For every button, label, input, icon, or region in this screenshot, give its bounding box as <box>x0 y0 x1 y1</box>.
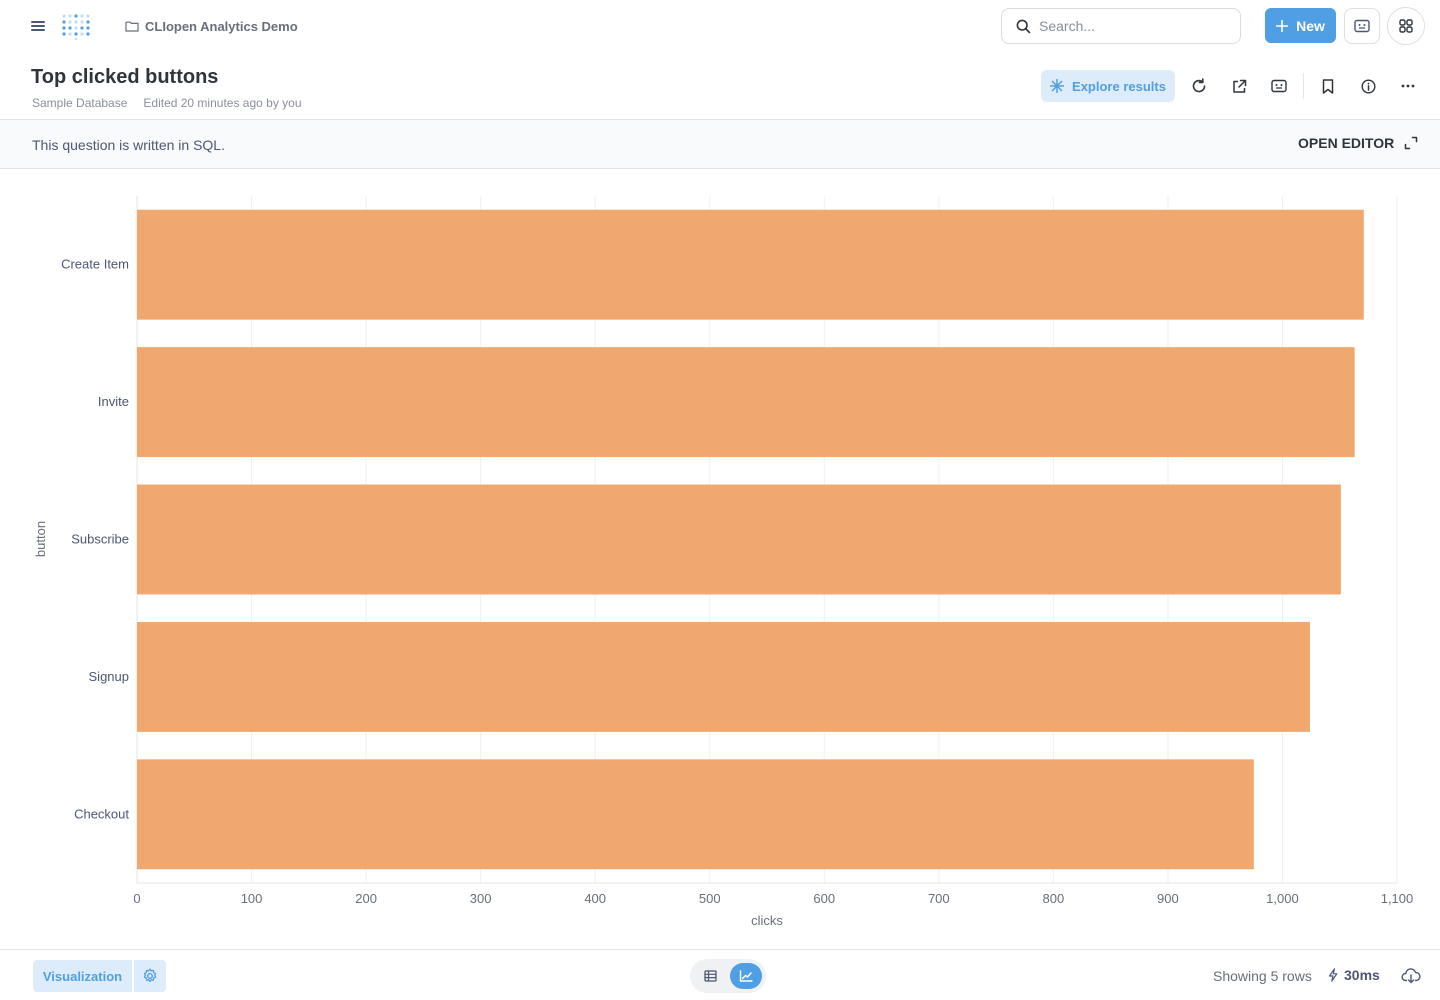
metabase-logo[interactable] <box>60 12 90 40</box>
header-divider <box>1303 73 1304 99</box>
y-tick-label: Create Item <box>61 257 129 272</box>
query-timing: 30ms <box>1328 967 1380 983</box>
new-button-label: New <box>1296 17 1325 34</box>
chart-view-toggle[interactable] <box>730 963 762 989</box>
refresh-button[interactable] <box>1188 75 1210 97</box>
bar-chart: 0 100 200 300 400 500 600 700 800 900 1,000 1,100 Cr… <box>33 196 1414 928</box>
explore-results-button[interactable]: Explore results <box>1041 70 1175 102</box>
search-box[interactable] <box>1001 8 1241 44</box>
info-icon <box>1360 78 1376 94</box>
y-tick-label: Signup <box>89 669 129 684</box>
bookmark-icon <box>1322 78 1334 94</box>
refresh-icon <box>1192 78 1206 93</box>
y-tick-label: Checkout <box>74 806 129 821</box>
table-view-toggle[interactable] <box>694 963 726 989</box>
y-tick-label: Invite <box>98 394 129 409</box>
sql-note: This question is written in SQL. <box>32 137 225 153</box>
collection-name: CLIopen Analytics Demo <box>145 18 298 34</box>
expand-icon <box>1404 136 1418 150</box>
table-icon <box>703 970 717 982</box>
search-input[interactable] <box>1039 18 1219 34</box>
last-edited[interactable]: Edited 20 minutes ago by you <box>143 96 301 110</box>
folder-icon <box>125 21 139 32</box>
share-button[interactable] <box>1228 75 1250 97</box>
more-options-button[interactable] <box>1397 75 1419 97</box>
x-tick-label: 300 <box>470 891 492 906</box>
metabot-button[interactable] <box>1344 8 1380 44</box>
x-tick-label: 700 <box>928 891 950 906</box>
x-tick-label: 1,000 <box>1266 891 1299 906</box>
bar[interactable] <box>137 484 1341 595</box>
y-tick-label: Subscribe <box>71 532 129 547</box>
bar[interactable] <box>137 621 1310 732</box>
info-button[interactable] <box>1357 75 1379 97</box>
sidebar-toggle-icon[interactable] <box>31 19 45 33</box>
top-nav: CLIopen Analytics Demo New <box>0 0 1440 52</box>
bookmark-button[interactable] <box>1317 75 1339 97</box>
visualization-label: Visualization <box>42 968 123 984</box>
view-toggle <box>690 959 766 993</box>
gear-icon <box>143 968 157 983</box>
explore-results-label: Explore results <box>1072 78 1166 94</box>
timing-value: 30ms <box>1344 967 1380 983</box>
question-title[interactable]: Top clicked buttons <box>31 66 218 89</box>
download-icon[interactable] <box>1401 966 1421 986</box>
metabot-question-button[interactable] <box>1268 75 1290 97</box>
new-button[interactable]: New <box>1265 8 1336 43</box>
share-icon <box>1232 79 1246 93</box>
sparkle-icon <box>1050 79 1065 93</box>
x-tick-label: 900 <box>1157 891 1179 906</box>
bar[interactable] <box>137 347 1355 458</box>
x-axis-title: clicks <box>751 913 783 928</box>
metabot-icon <box>1271 79 1287 93</box>
ellipsis-icon <box>1401 84 1415 88</box>
x-tick-label: 600 <box>813 891 835 906</box>
x-tick-label: 500 <box>699 891 721 906</box>
question-meta: Sample Database Edited 20 minutes ago by… <box>32 96 302 110</box>
x-tick-label: 1,100 <box>1381 891 1414 906</box>
metabot-icon <box>1354 19 1370 33</box>
native-query-bar: This question is written in SQL. OPEN ED… <box>0 119 1440 169</box>
bar[interactable] <box>137 759 1254 870</box>
x-tick-label: 800 <box>1043 891 1065 906</box>
visualization-settings-button[interactable] <box>134 960 166 992</box>
x-tick-label: 400 <box>584 891 606 906</box>
open-editor-label: OPEN EDITOR <box>1298 135 1395 151</box>
y-axis-title: button <box>33 521 48 557</box>
plus-icon <box>1276 19 1289 32</box>
search-icon <box>1016 19 1031 33</box>
grid-icon <box>1399 19 1413 33</box>
x-tick-label: 100 <box>241 891 263 906</box>
x-tick-label: 0 <box>133 891 140 906</box>
bar[interactable] <box>137 209 1364 320</box>
apps-button[interactable] <box>1387 7 1425 45</box>
database-name[interactable]: Sample Database <box>32 96 127 110</box>
visualization-button[interactable]: Visualization <box>33 960 132 992</box>
footer-bar: Visualization Showing 5 rows 30ms <box>0 949 1440 1000</box>
chart-icon <box>739 970 753 982</box>
open-editor-button[interactable]: OPEN EDITOR <box>1298 135 1418 151</box>
breadcrumb-collection[interactable]: CLIopen Analytics Demo <box>125 17 298 35</box>
lightning-icon <box>1328 968 1338 982</box>
x-tick-label: 200 <box>355 891 377 906</box>
row-count: Showing 5 rows <box>1213 968 1312 984</box>
